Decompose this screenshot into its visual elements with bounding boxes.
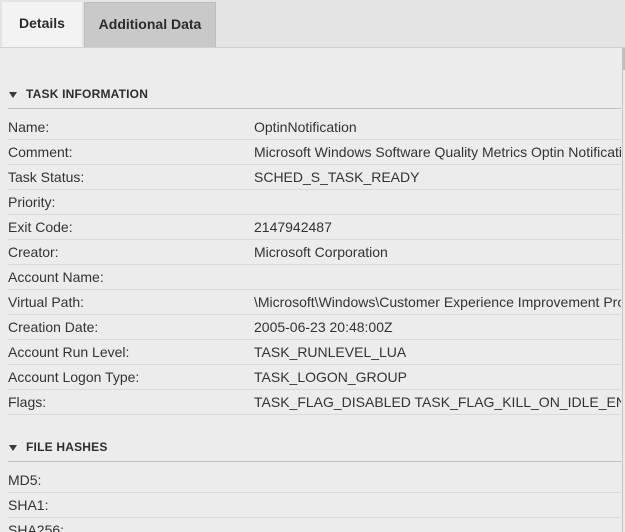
table-row: Account Name: [8, 265, 621, 290]
table-row: Creation Date: 2005-06-23 20:48:00Z [8, 315, 621, 340]
field-label: SHA256: [8, 522, 65, 532]
field-value: Microsoft Windows Software Quality Metri… [254, 144, 621, 160]
table-row: SHA1: [8, 493, 621, 518]
table-row: Creator: Microsoft Corporation [8, 240, 621, 265]
field-value: 2147942487 [254, 219, 332, 235]
table-row: Task Status: SCHED_S_TASK_READY [8, 165, 621, 190]
panel-divider [622, 47, 623, 532]
table-row: SHA256: [8, 518, 621, 532]
field-value: 2005-06-23 20:48:00Z [254, 319, 393, 335]
field-label: Comment: [8, 144, 73, 160]
field-value: \Microsoft\Windows\Customer Experience I… [254, 294, 621, 310]
field-value: TASK_RUNLEVEL_LUA [254, 344, 407, 360]
table-row: Name: OptinNotification [8, 115, 621, 140]
field-label: MD5: [8, 472, 42, 488]
table-row: MD5: [8, 468, 621, 493]
tab-additional-data[interactable]: Additional Data [84, 2, 216, 47]
table-row: Account Logon Type: TASK_LOGON_GROUP [8, 365, 621, 390]
field-value: TASK_FLAG_DISABLED TASK_FLAG_KILL_ON_IDL… [254, 394, 621, 410]
field-label: Creator: [8, 244, 59, 260]
tab-details[interactable]: Details [2, 2, 82, 47]
task-details-panel: Details Additional Data TASK INFORMATION… [0, 0, 625, 532]
table-row: Priority: [8, 190, 621, 215]
details-content: TASK INFORMATION Name: OptinNotification… [0, 48, 622, 532]
table-row: Comment: Microsoft Windows Software Qual… [8, 140, 621, 165]
section-task-information[interactable]: TASK INFORMATION [8, 85, 621, 109]
field-label: Virtual Path: [8, 294, 85, 310]
field-label: Creation Date: [8, 319, 99, 335]
field-value: SCHED_S_TASK_READY [254, 169, 420, 185]
table-row: Flags: TASK_FLAG_DISABLED TASK_FLAG_KILL… [8, 390, 621, 415]
table-row: Account Run Level: TASK_RUNLEVEL_LUA [8, 340, 621, 365]
field-label: Account Name: [8, 269, 104, 285]
field-value: Microsoft Corporation [254, 244, 388, 260]
field-label: SHA1: [8, 497, 49, 513]
field-label: Flags: [8, 394, 47, 410]
collapse-caret-icon[interactable] [9, 92, 17, 98]
field-value: TASK_LOGON_GROUP [254, 369, 408, 385]
field-value: OptinNotification [254, 119, 357, 135]
section-file-hashes[interactable]: FILE HASHES [8, 438, 621, 462]
section-title: FILE HASHES [26, 440, 108, 454]
field-label: Exit Code: [8, 219, 73, 235]
field-label: Account Run Level: [8, 344, 130, 360]
tab-bar: Details Additional Data [0, 0, 625, 48]
field-label: Account Logon Type: [8, 369, 140, 385]
table-row: Virtual Path: \Microsoft\Windows\Custome… [8, 290, 621, 315]
collapse-caret-icon[interactable] [9, 445, 17, 451]
field-label: Name: [8, 119, 50, 135]
section-title: TASK INFORMATION [26, 87, 149, 101]
table-row: Exit Code: 2147942487 [8, 215, 621, 240]
field-label: Task Status: [8, 169, 85, 185]
field-label: Priority: [8, 194, 56, 210]
